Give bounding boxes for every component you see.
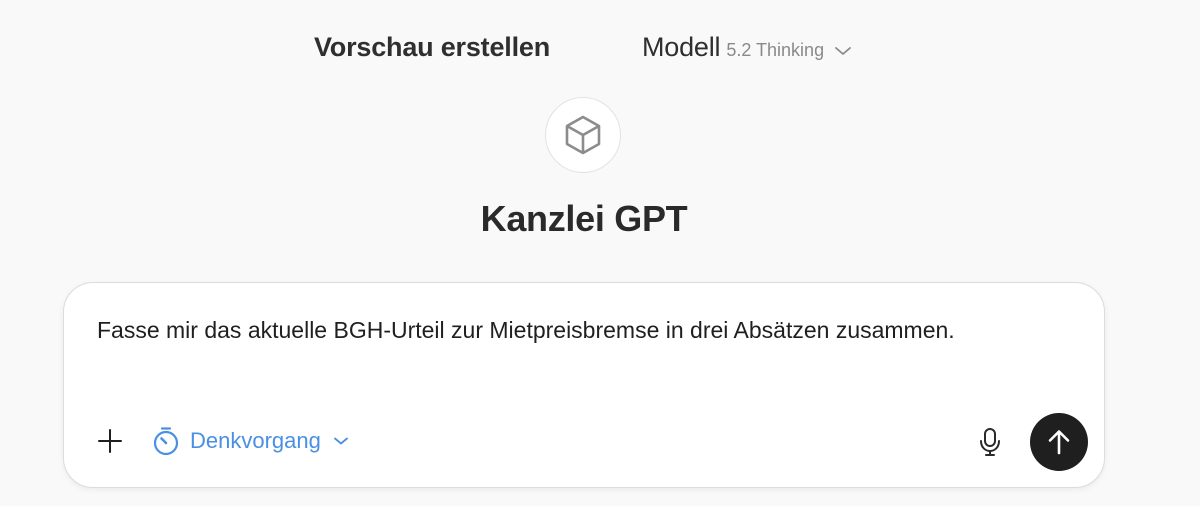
composer: Fasse mir das aktuelle BGH-Urteil zur Mi… [63, 282, 1105, 488]
cube-icon [565, 115, 601, 155]
header: Vorschau erstellen Modell 5.2 Thinking [0, 26, 1200, 70]
add-button[interactable] [96, 427, 124, 455]
model-label: Modell [642, 32, 721, 62]
microphone-icon [980, 428, 1000, 456]
send-button[interactable] [1030, 413, 1088, 471]
chevron-down-icon [333, 437, 348, 445]
tab-preview[interactable]: Vorschau erstellen [314, 32, 550, 63]
prompt-input[interactable]: Fasse mir das aktuelle BGH-Urteil zur Mi… [97, 311, 1057, 350]
reasoning-label: Denkvorgang [190, 428, 321, 453]
chevron-down-icon [835, 46, 851, 55]
plus-icon [98, 429, 122, 453]
mic-button[interactable] [975, 426, 1005, 458]
model-picker[interactable]: Modell 5.2 Thinking [642, 32, 852, 63]
arrow-up-icon [1048, 430, 1070, 455]
page: Vorschau erstellen Modell 5.2 Thinking K… [0, 0, 1200, 506]
model-version: 5.2 Thinking [726, 40, 825, 60]
timer-icon [153, 427, 179, 456]
gpt-title: Kanzlei GPT [480, 198, 688, 239]
reasoning-button[interactable]: Denkvorgang [152, 424, 349, 458]
gpt-avatar [545, 97, 621, 173]
